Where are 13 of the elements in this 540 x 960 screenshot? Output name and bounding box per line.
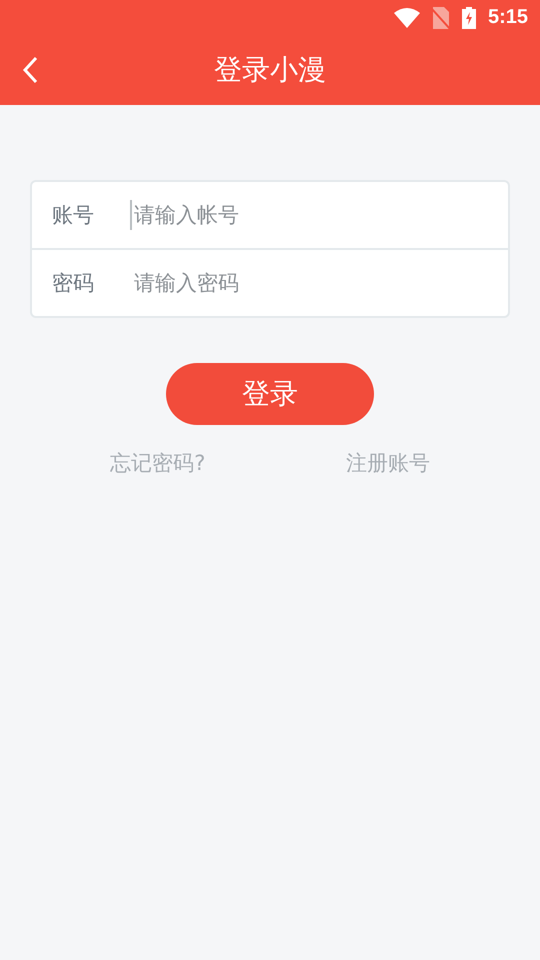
- back-icon[interactable]: [22, 56, 38, 84]
- text-link[interactable]: 注册账号: [346, 449, 430, 477]
- page-title: 登录小漫: [214, 52, 326, 88]
- battery-charging-icon: [462, 6, 476, 28]
- text-link[interactable]: 忘记密码?: [110, 449, 206, 477]
- no-sim-icon: [432, 6, 450, 28]
- field-label: 密码: [52, 270, 95, 297]
- field-label: 账号: [52, 202, 95, 229]
- input-field[interactable]: 请输入帐号: [130, 200, 498, 230]
- status-time: 5:15: [488, 6, 528, 29]
- input-field[interactable]: 请输入密码: [130, 268, 498, 298]
- wifi-icon: [394, 8, 420, 28]
- login-button[interactable]: 登录: [166, 363, 374, 425]
